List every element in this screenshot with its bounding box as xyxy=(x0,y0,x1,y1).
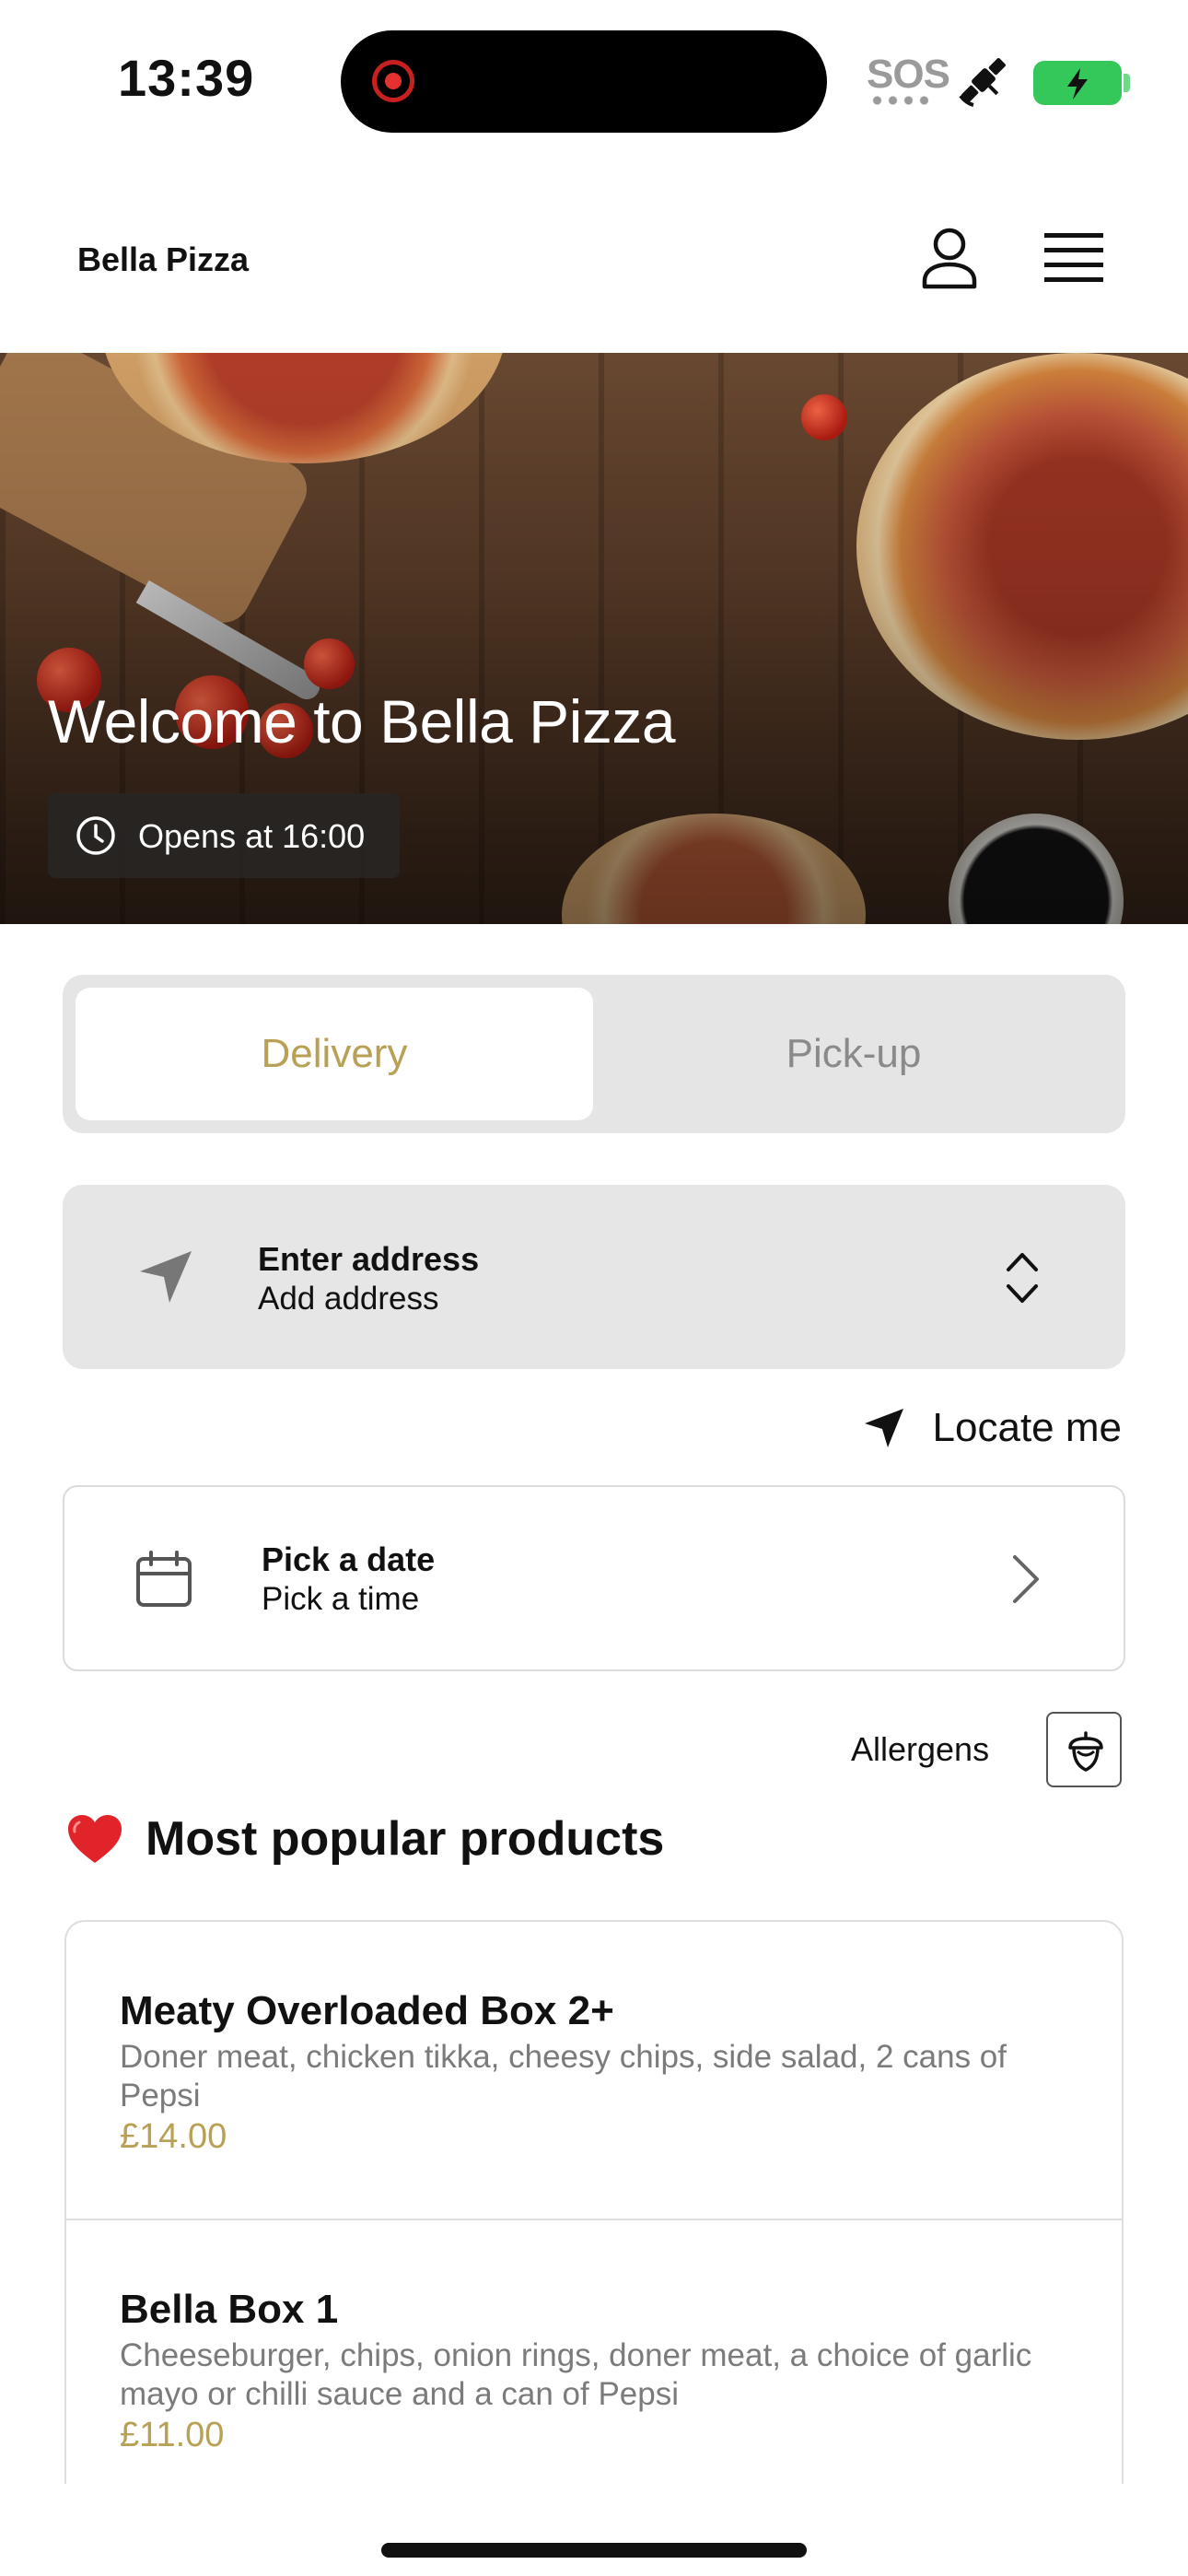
hamburger-menu-icon[interactable] xyxy=(1044,229,1103,285)
date-title: Pick a date xyxy=(262,1540,436,1578)
product-name: Meaty Overloaded Box 2+ xyxy=(120,1988,614,2033)
order-mode-toggle: Delivery Pick-up xyxy=(63,975,1125,1133)
locate-me-label: Locate me xyxy=(932,1405,1122,1450)
product-card[interactable]: Meaty Overloaded Box 2+ Doner meat, chic… xyxy=(66,1922,1122,2220)
address-title: Enter address xyxy=(258,1240,480,1278)
location-arrow-icon xyxy=(864,1409,903,1447)
allergens-button[interactable] xyxy=(1046,1712,1122,1787)
brand-name[interactable]: Bella Pizza xyxy=(77,240,249,279)
tab-pickup[interactable]: Pick-up xyxy=(595,988,1112,1120)
schedule-selector[interactable]: Pick a date Pick a time xyxy=(63,1485,1125,1671)
user-icon[interactable] xyxy=(917,226,982,290)
navigation-arrow-icon xyxy=(140,1251,192,1303)
dynamic-island xyxy=(341,30,827,133)
product-list: Meaty Overloaded Box 2+ Doner meat, chic… xyxy=(64,1920,1124,2484)
time-subtitle: Pick a time xyxy=(262,1581,420,1617)
battery-tip xyxy=(1124,74,1130,92)
battery-icon xyxy=(1033,61,1122,105)
product-price: £11.00 xyxy=(120,2416,225,2454)
clock-icon xyxy=(76,816,115,855)
satellite-icon xyxy=(959,58,1006,107)
recording-indicator-icon xyxy=(372,60,414,102)
product-card[interactable]: Bella Box 1 Cheeseburger, chips, onion r… xyxy=(66,2220,1122,2484)
section-title: Most popular products xyxy=(66,1811,664,1867)
status-time: 13:39 xyxy=(118,49,255,107)
section-title-text: Most popular products xyxy=(146,1812,665,1866)
hero-banner: Welcome to Bella Pizza Opens at 16:00 xyxy=(0,353,1188,924)
calendar-icon xyxy=(136,1551,192,1607)
product-price: £14.00 xyxy=(120,2117,227,2156)
opening-hours-text: Opens at 16:00 xyxy=(138,817,366,855)
locate-me-button[interactable]: Locate me xyxy=(863,1399,1122,1458)
address-subtitle: Add address xyxy=(258,1281,439,1317)
opening-hours-badge: Opens at 16:00 xyxy=(48,793,400,878)
acorn-icon xyxy=(1068,1731,1103,1772)
heart-icon xyxy=(68,1815,122,1863)
product-description: Doner meat, chicken tikka, cheesy chips,… xyxy=(120,2039,1007,2113)
home-indicator[interactable] xyxy=(381,2543,807,2558)
address-selector[interactable]: Enter address Add address xyxy=(63,1185,1125,1369)
product-description: Cheeseburger, chips, onion rings, doner … xyxy=(120,2337,1032,2412)
chevron-right-icon xyxy=(1013,1555,1039,1603)
sos-indicator: SOS xyxy=(867,52,950,97)
signal-dots-icon xyxy=(869,96,930,105)
hero-title: Welcome to Bella Pizza xyxy=(48,687,676,755)
chevron-up-down-icon xyxy=(1007,1253,1038,1303)
tab-delivery[interactable]: Delivery xyxy=(76,988,593,1120)
product-name: Bella Box 1 xyxy=(120,2287,339,2332)
app-header: Bella Pizza xyxy=(0,161,1188,353)
status-bar: 13:39 SOS xyxy=(0,0,1188,161)
allergens-label: Allergens xyxy=(851,1730,990,1768)
